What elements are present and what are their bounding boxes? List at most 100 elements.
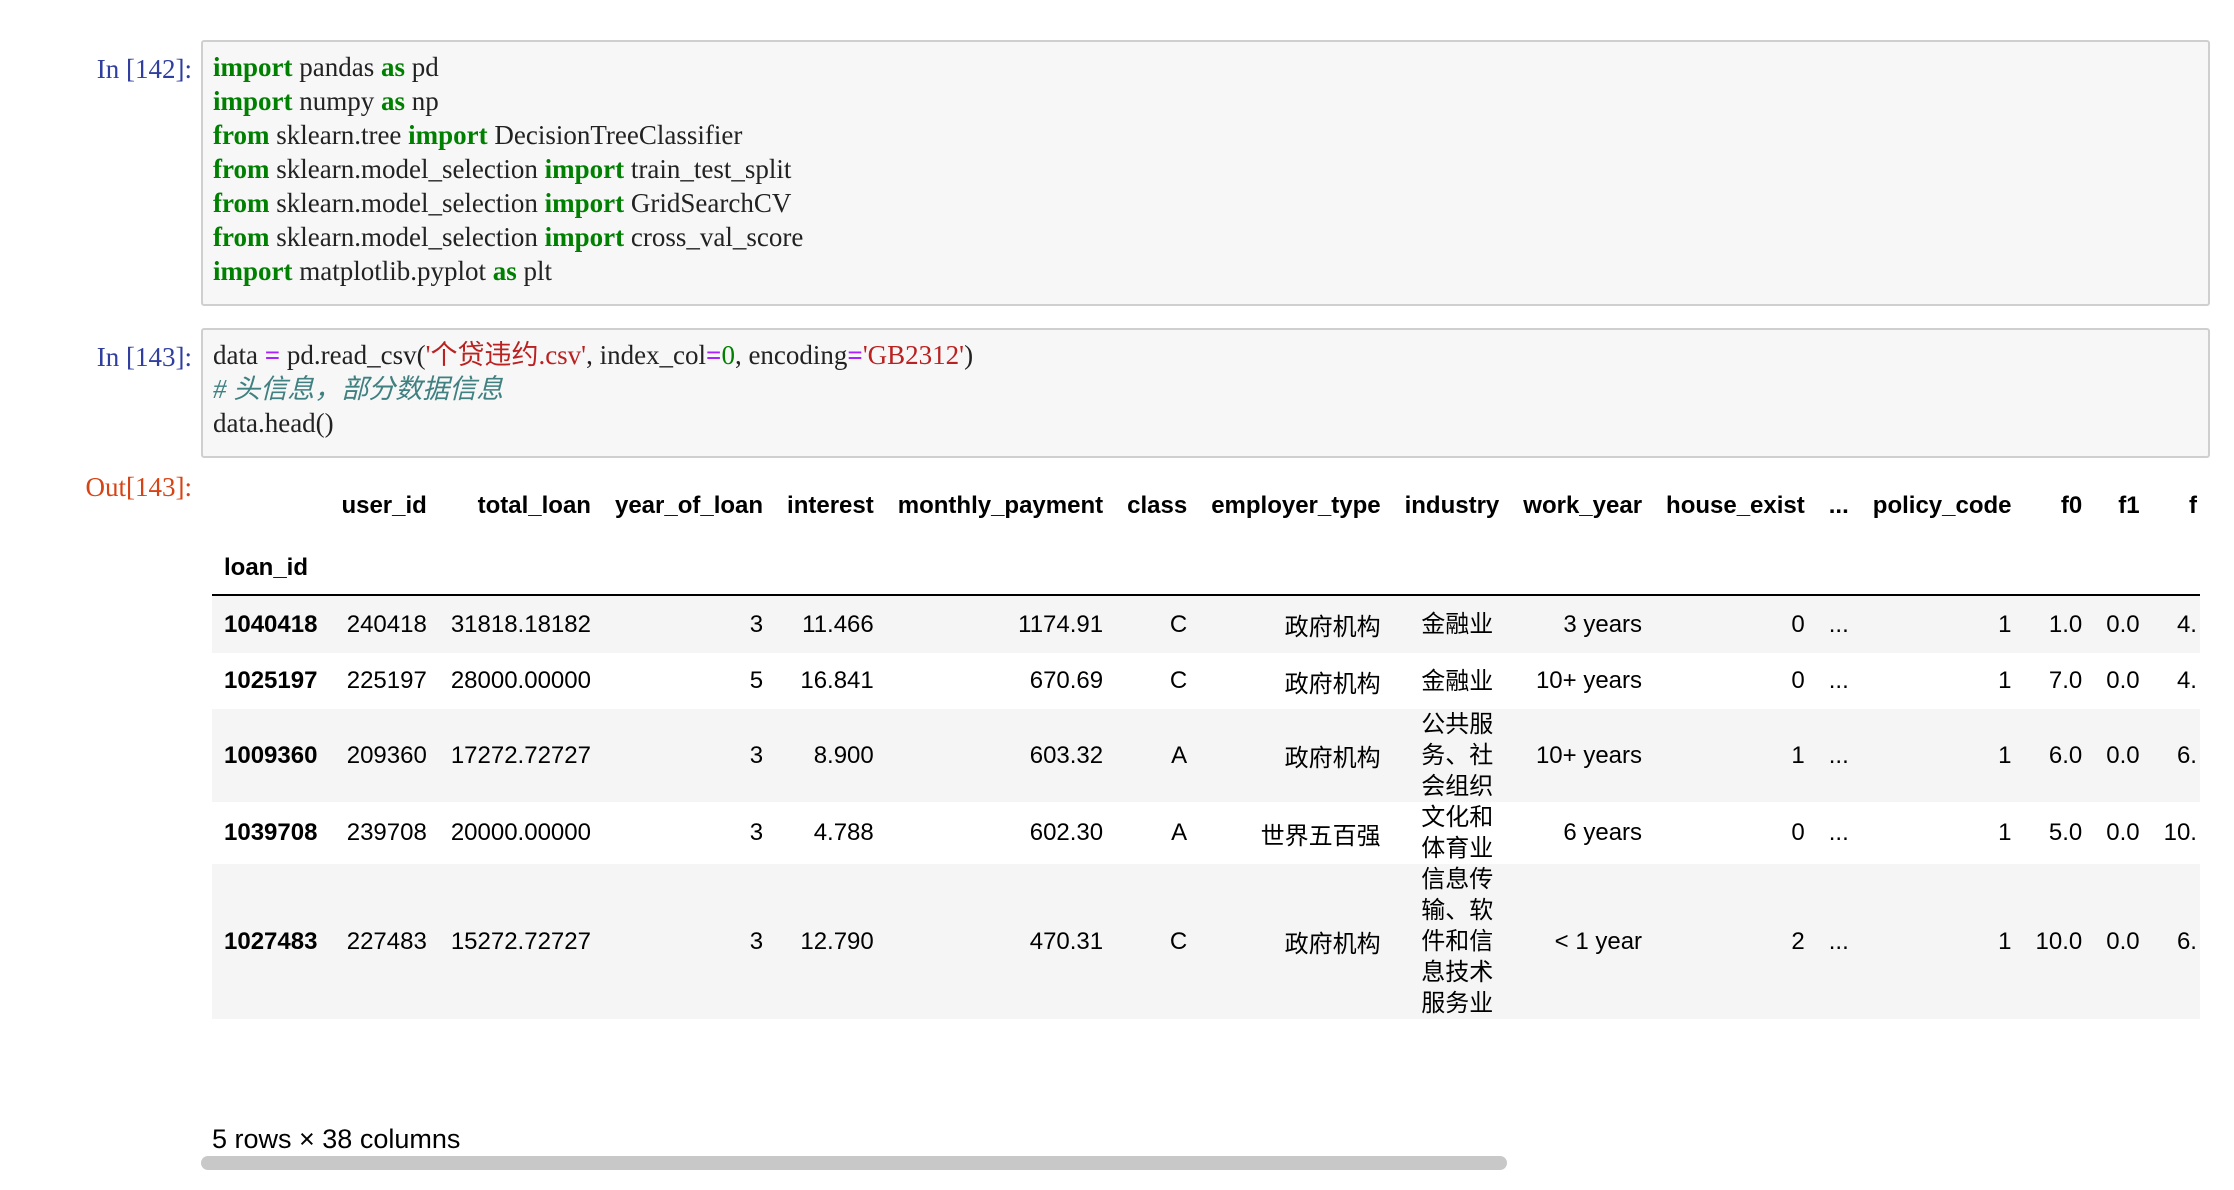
code-token: as (492, 256, 517, 286)
code-token: import (544, 154, 625, 184)
table-cell: 10.0 (2035, 927, 2083, 955)
code-token: pandas (292, 52, 381, 82)
table-cell: A (1171, 819, 1188, 846)
code-token: matplotlib.pyplot (292, 256, 493, 286)
table-cell: 0 (1791, 610, 1805, 638)
table-cell: 6. (2176, 927, 2197, 955)
index-header-blank (212, 470, 329, 542)
code-line: from sklearn.tree import DecisionTreeCla… (213, 118, 2198, 152)
code-token: np (405, 86, 439, 116)
index-row-spacer (1817, 542, 1861, 595)
table-cell: 20000.00000 (450, 819, 591, 846)
code-line: from sklearn.model_selection import trai… (213, 152, 2198, 186)
index-row-spacer (1511, 542, 1654, 595)
output-prompt: Out[143]: (85, 472, 192, 502)
table-cell: 政府机构 (1284, 745, 1381, 772)
industry-text: 金融业 (1421, 611, 1494, 638)
input-prompt: In [142]: (96, 54, 192, 84)
table-cell: 603.32 (1029, 741, 1104, 769)
table-cell: 金融业 (1393, 595, 1512, 653)
table-row: 1027483 227483 15272.72727 3 12.790 470.31 C 政府… (212, 864, 2200, 1019)
table-cell: 0 (1791, 819, 1805, 846)
table-cell: ... (1828, 741, 1849, 769)
code-token: # 头信息，部分数据信息 (213, 374, 504, 404)
code-token: as (380, 52, 405, 82)
column-header: employer_type (1211, 492, 1381, 519)
table-cell: C (1169, 610, 1188, 638)
table-cell: 3 years (1563, 610, 1643, 638)
table-cell: 0 (1791, 667, 1805, 694)
column-header: policy_code (1872, 492, 2012, 519)
index-row-spacer (1393, 542, 1512, 595)
code-token: import (408, 120, 488, 150)
code-token: data.head() (213, 408, 334, 438)
code-token: pd.read_csv( (280, 340, 426, 370)
table-cell: 4.788 (813, 819, 874, 846)
table-cell: 17272.72727 (450, 741, 591, 769)
dataframe-table: user_id total_loan year_of_loan interest mon… (212, 470, 2200, 1019)
code-editor[interactable]: data = pd.read_csv('个贷违约.csv', index_col… (201, 328, 2210, 458)
code-token: sklearn.model_selection (269, 222, 545, 252)
table-cell: 470.31 (1029, 927, 1104, 955)
horizontal-scrollbar[interactable] (201, 1156, 1507, 1170)
code-token: import (544, 222, 625, 252)
table-row: 1025197 225197 28000.00000 5 16.841 670.69 C 政府… (212, 653, 2200, 709)
table-cell: ... (1828, 610, 1849, 638)
index-row-spacer (2094, 542, 2151, 595)
table-cell: C (1169, 927, 1188, 955)
table-cell: 5.0 (2048, 819, 2083, 846)
row-index: 1025197 (224, 667, 318, 694)
code-token: '个贷违约.csv' (425, 340, 587, 370)
table-cell: 6. (2176, 741, 2197, 769)
table-cell: 金融业 (1393, 653, 1512, 709)
table-cell: 2 (1791, 927, 1805, 955)
column-header: work_year (1523, 492, 1643, 519)
code-token: sklearn.tree (269, 120, 409, 150)
table-cell: 6.0 (2048, 741, 2083, 769)
table-cell: 28000.00000 (450, 667, 591, 694)
code-token: GridSearchCV (624, 188, 792, 218)
index-row-spacer (603, 542, 775, 595)
table-cell: 政府机构 (1284, 614, 1381, 641)
table-cell: ... (1828, 927, 1849, 955)
code-token: import (544, 188, 625, 218)
table-cell: 6 years (1563, 819, 1643, 846)
table-cell: 1 (1998, 741, 2012, 769)
index-name: loan_id (224, 554, 309, 581)
code-editor[interactable]: import pandas as pd import numpy as np fro… (201, 40, 2210, 306)
code-line: data.head() (213, 406, 2198, 440)
code-token: = (706, 340, 722, 370)
code-token: DecisionTreeClassifier (487, 120, 743, 150)
index-row-spacer (1199, 542, 1392, 595)
output-area: user_id total_loan year_of_loan interest mon… (212, 470, 2200, 1190)
index-row-spacer (886, 542, 1115, 595)
table-cell: 239708 (346, 819, 427, 846)
code-token: as (381, 86, 406, 116)
table-cell: 信息传输、软件和信息技术服务业 (1393, 864, 1512, 1019)
code-token: sklearn.model_selection (269, 188, 545, 218)
table-cell: 15272.72727 (450, 927, 591, 955)
table-cell: 10+ years (1535, 741, 1643, 769)
table-cell: 7.0 (2048, 667, 2083, 694)
code-line: import numpy as np (213, 84, 2198, 118)
table-cell: 3 (749, 927, 764, 955)
industry-text: 文化和体育业 (1421, 804, 1494, 862)
index-name-row: loan_id (212, 542, 2200, 595)
code-token: from (213, 188, 270, 218)
column-header: year_of_loan (614, 492, 764, 519)
code-line: from sklearn.model_selection import Grid… (213, 186, 2198, 220)
table-cell: 0.0 (2106, 819, 2140, 846)
table-cell: 4. (2176, 667, 2197, 694)
code-token: numpy (292, 86, 381, 116)
column-header: interest (787, 492, 874, 519)
column-header: house_exist (1666, 492, 1805, 519)
table-cell: 10. (2163, 819, 2197, 846)
code-line: # 头信息，部分数据信息 (213, 372, 2198, 406)
table-cell: 227483 (346, 927, 427, 955)
column-header: monthly_payment (897, 492, 1104, 519)
table-row: 1040418 240418 31818.18182 3 11.466 1174.91 C 政… (212, 595, 2200, 653)
table-cell: 8.900 (813, 741, 874, 769)
table-cell: ... (1828, 819, 1849, 846)
code-token: 'GB2312' (862, 340, 965, 370)
table-cell: 0.0 (2106, 741, 2140, 769)
